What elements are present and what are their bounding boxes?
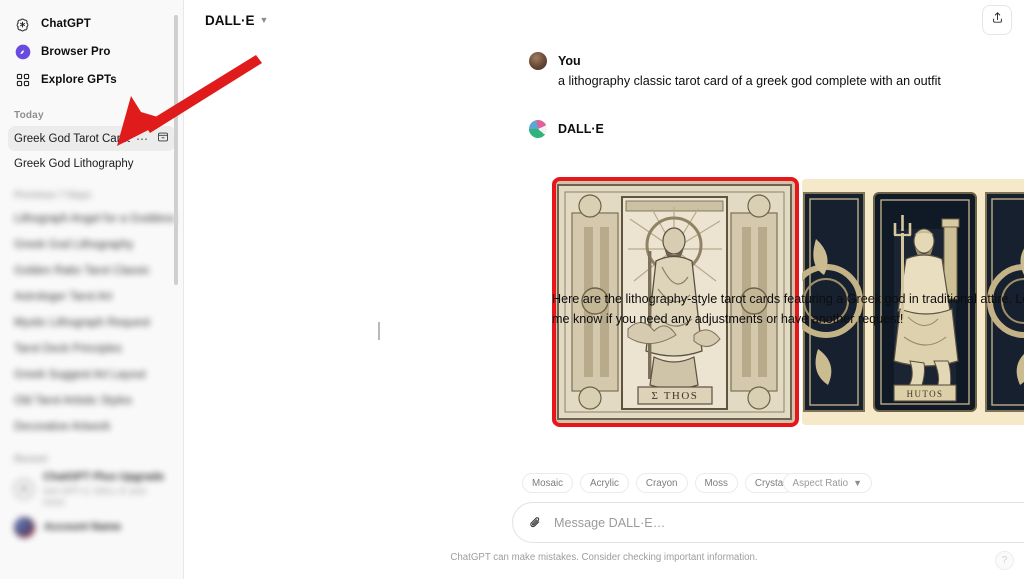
list-item[interactable]: Greek God Lithography bbox=[8, 232, 175, 258]
share-upload-icon bbox=[991, 11, 1004, 29]
composer: Mosaic Acrylic Crayon Moss Crystal Aspec… bbox=[184, 469, 1024, 579]
message-text: Here are the lithography-style tarot car… bbox=[552, 292, 1024, 327]
paperclip-icon[interactable] bbox=[525, 513, 545, 533]
chat-row-actions: ⋯ bbox=[130, 131, 169, 146]
sidebar-older-chats-blurred: Previous 7 Days Lithograph Angel for a G… bbox=[0, 190, 183, 546]
style-chip-moss[interactable]: Moss bbox=[694, 473, 738, 493]
sidebar-item-label: ChatGPT bbox=[41, 18, 91, 30]
sidebar: ChatGPT Browser Pro Explore GPTs Today G… bbox=[0, 0, 184, 579]
aspect-ratio-dropdown[interactable]: Aspect Ratio ▼ bbox=[782, 473, 872, 493]
main-panel: DALL·E ▼ You a lithography classic tarot… bbox=[184, 0, 1024, 579]
sidebar-chat-greek-god-tarot-cards[interactable]: Greek God Tarot Cards ⋯ bbox=[8, 126, 175, 151]
message-assistant: DALL·E bbox=[529, 119, 1024, 139]
aspect-ratio-label: Aspect Ratio bbox=[792, 477, 849, 489]
list-item[interactable]: Golden Ratio Tarot Classic bbox=[8, 258, 175, 284]
sidebar-scrollbar[interactable] bbox=[174, 15, 178, 285]
top-bar: DALL·E ▼ bbox=[184, 0, 1024, 41]
list-item[interactable]: Decorative Artwork bbox=[8, 414, 175, 440]
style-chip-crayon[interactable]: Crayon bbox=[635, 473, 688, 493]
upgrade-subtitle: Get GPT-4, DALL-E and more bbox=[43, 485, 146, 508]
sidebar-chat-greek-god-lithography[interactable]: Greek God Lithography bbox=[8, 151, 175, 176]
sidebar-account-row[interactable]: Account Name bbox=[8, 508, 175, 546]
message-user: You a lithography classic tarot card of … bbox=[529, 51, 1024, 91]
chatgpt-logo-icon bbox=[14, 16, 31, 33]
chatgpt-app-window: ChatGPT Browser Pro Explore GPTs Today G… bbox=[0, 0, 1024, 579]
chevron-down-icon: ▼ bbox=[259, 15, 269, 25]
text-caret-marker bbox=[378, 322, 380, 340]
message-text: a lithography classic tarot card of a gr… bbox=[558, 74, 941, 88]
sidebar-item-browser-pro[interactable]: Browser Pro bbox=[8, 38, 175, 66]
account-name: Account Name bbox=[44, 521, 122, 533]
style-chip-acrylic[interactable]: Acrylic bbox=[580, 473, 629, 493]
browser-pro-icon bbox=[14, 44, 31, 61]
sidebar-item-label: Browser Pro bbox=[41, 46, 111, 58]
share-button[interactable] bbox=[982, 5, 1012, 35]
list-item[interactable]: Astrologer Tarot Art bbox=[8, 284, 175, 310]
avatar bbox=[529, 120, 547, 138]
avatar bbox=[529, 52, 547, 70]
disclaimer-text: ChatGPT can make mistakes. Consider chec… bbox=[450, 552, 758, 563]
model-selector[interactable]: DALL·E ▼ bbox=[198, 9, 275, 32]
upgrade-title: ChatGPT Plus Upgrade bbox=[43, 470, 165, 483]
grid-icon bbox=[14, 72, 31, 89]
avatar bbox=[14, 516, 35, 538]
chat-title: Greek God Lithography bbox=[14, 157, 134, 170]
sidebar-section-today: Today bbox=[14, 110, 44, 121]
list-item[interactable]: Tarot Deck Principles bbox=[8, 336, 175, 362]
chevron-down-icon: ▼ bbox=[853, 477, 862, 488]
model-label: DALL·E bbox=[205, 13, 255, 28]
svg-text:Σ THOS: Σ THOS bbox=[652, 390, 699, 402]
sidebar-item-explore-gpts[interactable]: Explore GPTs bbox=[8, 66, 175, 94]
list-item[interactable]: Mystic Lithograph Request bbox=[8, 310, 175, 336]
message-input[interactable] bbox=[545, 515, 1024, 530]
upgrade-icon: ★ bbox=[14, 479, 34, 499]
list-item[interactable]: Lithograph Angel for a Goddess bbox=[8, 206, 175, 232]
sidebar-nav: ChatGPT Browser Pro Explore GPTs bbox=[0, 0, 183, 94]
message-input-container[interactable] bbox=[512, 502, 1024, 543]
help-button[interactable]: ? bbox=[995, 551, 1014, 570]
author-name: DALL·E bbox=[558, 122, 604, 136]
sidebar-section-previous: Previous 7 Days bbox=[14, 190, 92, 201]
more-options-icon[interactable]: ⋯ bbox=[136, 133, 149, 145]
sidebar-item-chatgpt[interactable]: ChatGPT bbox=[8, 10, 175, 38]
sidebar-upgrade-row[interactable]: ★ ChatGPT Plus Upgrade Get GPT-4, DALL-E… bbox=[8, 470, 175, 508]
list-item[interactable]: Greek Suggest Art Layout bbox=[8, 362, 175, 388]
chat-title: Greek God Tarot Cards bbox=[14, 132, 130, 145]
author-name: You bbox=[558, 54, 581, 68]
assistant-message-text-block: Here are the lithography-style tarot car… bbox=[552, 289, 1024, 330]
style-chip-mosaic[interactable]: Mosaic bbox=[522, 473, 574, 493]
svg-text:HUTOS: HUTOS bbox=[907, 389, 944, 399]
archive-icon[interactable] bbox=[157, 131, 169, 146]
sidebar-item-label: Explore GPTs bbox=[41, 74, 117, 86]
list-item[interactable]: Old Tarot Artistic Styles bbox=[8, 388, 175, 414]
sidebar-section-recent: Recent bbox=[14, 454, 48, 465]
